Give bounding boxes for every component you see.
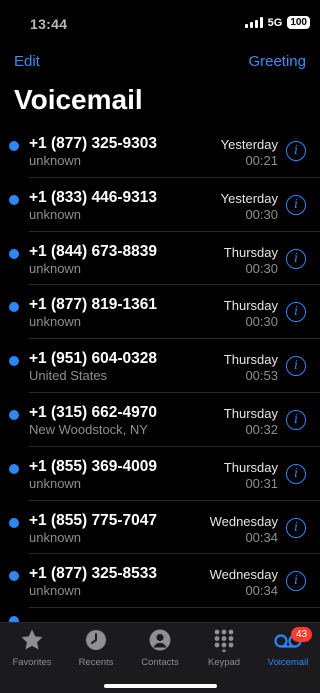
- tab-label: Keypad: [207, 657, 241, 668]
- tab-voicemail[interactable]: 43 Voicemail: [256, 627, 320, 668]
- caller-location: unknown: [29, 529, 82, 545]
- tab-recents[interactable]: Recents: [64, 627, 128, 668]
- voicemail-duration: 00:53: [245, 368, 278, 384]
- caller-location: unknown: [29, 583, 82, 599]
- page-title: Voicemail: [14, 84, 143, 115]
- voicemail-list: +1 (877) 325-9303 unknown Yesterday 00:2…: [0, 124, 320, 608]
- star-icon: [0, 627, 64, 653]
- caller-number: +1 (855) 775-7047: [29, 511, 157, 529]
- voicemail-date: Wednesday: [209, 513, 278, 529]
- signal-icon: [244, 17, 263, 28]
- voicemail-duration: 00:34: [245, 529, 278, 545]
- clock-icon: [64, 627, 128, 653]
- info-icon[interactable]: i: [286, 194, 306, 215]
- voicemail-date: Thursday: [223, 244, 278, 260]
- voicemail-badge: 43: [291, 627, 313, 642]
- caller-number: +1 (877) 819-1361: [29, 296, 157, 314]
- info-icon[interactable]: i: [286, 463, 306, 484]
- voicemail-duration: 00:30: [245, 206, 278, 222]
- unread-dot-icon: [9, 571, 19, 582]
- tab-favorites[interactable]: Favorites: [0, 627, 64, 668]
- voicemail-duration: 00:34: [245, 583, 278, 599]
- unread-dot-icon: [9, 141, 19, 151]
- unread-dot-icon: [9, 248, 19, 259]
- caller-number: +1 (844) 673-8839: [29, 242, 157, 260]
- voicemail-date: Thursday: [223, 405, 278, 421]
- unread-dot-icon: [9, 302, 19, 313]
- voicemail-date: Yesterday: [220, 137, 278, 152]
- edit-button[interactable]: Edit: [14, 53, 40, 70]
- caller-location: New Woodstock, NY: [29, 421, 148, 437]
- caller-number: +1 (877) 325-8533: [29, 565, 157, 583]
- voicemail-row[interactable]: +1 (855) 775-7047 unknown Wednesday 00:3…: [0, 501, 320, 555]
- caller-number: +1 (877) 325-9303: [29, 135, 157, 152]
- caller-number: +1 (833) 446-9313: [29, 188, 157, 206]
- info-icon[interactable]: i: [286, 141, 306, 161]
- voicemail-row[interactable]: +1 (844) 673-8839 unknown Thursday 00:30…: [0, 232, 320, 286]
- caller-location: unknown: [29, 153, 82, 168]
- voicemail-row[interactable]: +1 (315) 662-4970 New Woodstock, NY Thur…: [0, 393, 320, 447]
- voicemail-date: Yesterday: [220, 190, 278, 206]
- voicemail-row[interactable]: +1 (855) 369-4009 unknown Thursday 00:31…: [0, 447, 320, 501]
- voicemail-date: Thursday: [223, 352, 278, 368]
- voicemail-row[interactable]: +1 (833) 446-9313 unknown Yesterday 00:3…: [0, 178, 320, 232]
- voicemail-row[interactable]: +1 (951) 604-0328 United States Thursday…: [0, 339, 320, 393]
- voicemail-date: Wednesday: [209, 567, 278, 583]
- status-time: 13:44: [30, 16, 68, 32]
- greeting-button[interactable]: Greeting: [248, 53, 306, 70]
- caller-location: unknown: [29, 314, 82, 330]
- tab-contacts[interactable]: Contacts: [128, 627, 192, 668]
- tab-bar: Favorites Recents Contacts Keypad 43 Voi…: [0, 622, 320, 693]
- voicemail-duration: 00:21: [245, 153, 278, 168]
- keypad-icon: [192, 627, 256, 653]
- unread-dot-icon: [9, 194, 19, 205]
- person-icon: [128, 627, 192, 653]
- info-icon[interactable]: i: [286, 356, 306, 377]
- voicemail-date: Thursday: [223, 459, 278, 475]
- unread-dot-icon: [9, 517, 19, 528]
- home-indicator[interactable]: [104, 684, 217, 688]
- caller-number: +1 (315) 662-4970: [29, 403, 157, 421]
- voicemail-duration: 00:32: [245, 421, 278, 437]
- unread-dot-icon: [9, 463, 19, 474]
- voicemail-duration: 00:30: [245, 314, 278, 330]
- info-icon[interactable]: i: [286, 302, 306, 323]
- voicemail-duration: 00:30: [245, 260, 278, 276]
- info-icon[interactable]: i: [286, 517, 306, 538]
- caller-number: +1 (951) 604-0328: [29, 350, 157, 368]
- voicemail-row[interactable]: +1 (877) 325-9303 unknown Yesterday 00:2…: [0, 124, 320, 178]
- info-icon[interactable]: i: [286, 571, 306, 592]
- caller-location: United States: [29, 368, 108, 384]
- voicemail-duration: 00:31: [245, 475, 278, 491]
- tab-label: Favorites: [12, 657, 52, 668]
- status-bar: 13:44 5G 100: [0, 0, 320, 46]
- voicemail-row[interactable]: +1 (877) 819-1361 unknown Thursday 00:30…: [0, 285, 320, 339]
- unread-dot-icon: [9, 356, 19, 367]
- caller-location: unknown: [29, 475, 82, 491]
- network-label: 5G: [267, 16, 283, 29]
- tab-keypad[interactable]: Keypad: [192, 627, 256, 668]
- tab-label: Recents: [78, 657, 114, 668]
- caller-location: unknown: [29, 260, 82, 276]
- tab-label: Contacts: [141, 657, 179, 668]
- status-indicators: 5G 100: [244, 16, 310, 29]
- caller-location: unknown: [29, 206, 82, 222]
- battery-icon: 100: [287, 16, 310, 29]
- voicemail-row-partial[interactable]: [0, 608, 320, 622]
- info-icon[interactable]: i: [286, 409, 306, 430]
- voicemail-row[interactable]: +1 (877) 325-8533 unknown Wednesday 00:3…: [0, 554, 320, 608]
- caller-number: +1 (855) 369-4009: [29, 457, 157, 475]
- voicemail-date: Thursday: [223, 298, 278, 314]
- tab-label: Voicemail: [267, 657, 309, 668]
- info-icon[interactable]: i: [286, 248, 306, 269]
- unread-dot-icon: [9, 409, 19, 420]
